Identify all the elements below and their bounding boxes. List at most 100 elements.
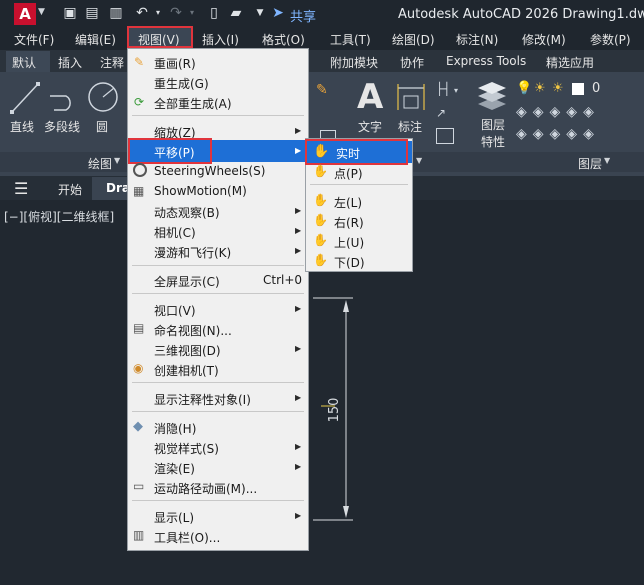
menu-separator bbox=[132, 115, 304, 116]
annotation-panel-expand-icon[interactable]: ▼ bbox=[416, 156, 422, 165]
menu-item-pan-point[interactable]: 点(P) bbox=[334, 165, 363, 182]
menu-item-camera[interactable]: 相机(C) bbox=[154, 224, 196, 241]
menu-item-pan-down[interactable]: 下(D) bbox=[334, 254, 365, 271]
layer-panel-expand-icon[interactable]: ▼ bbox=[604, 156, 610, 165]
menu-draw[interactable]: 绘图(D) bbox=[392, 31, 435, 48]
linear-dim-dropdown-icon[interactable]: ▾ bbox=[454, 86, 458, 95]
menu-item-steering-wheels[interactable]: SteeringWheels(S) bbox=[154, 164, 265, 178]
polyline-icon[interactable] bbox=[46, 84, 82, 114]
menu-edit[interactable]: 编辑(E) bbox=[75, 31, 116, 48]
share-button[interactable]: 共享 bbox=[290, 6, 316, 25]
hamburger-menu-icon[interactable]: ☰ bbox=[14, 179, 28, 198]
save-icon[interactable]: ▣ bbox=[62, 5, 78, 21]
menu-item-display[interactable]: 显示(L) bbox=[154, 509, 194, 526]
layer-tools-icon-row-1[interactable]: ◈◈◈◈◈ bbox=[516, 104, 600, 120]
erase-icon[interactable]: ✎ bbox=[316, 82, 334, 98]
tab-express-tools[interactable]: Express Tools bbox=[446, 54, 526, 68]
menu-item-pan-up[interactable]: 上(U) bbox=[334, 234, 364, 251]
bulb-icon[interactable]: 💡 bbox=[516, 81, 532, 96]
print-icon[interactable]: ▥ bbox=[108, 5, 124, 21]
menu-file[interactable]: 文件(F) bbox=[14, 31, 54, 48]
text-icon[interactable]: A bbox=[357, 77, 383, 117]
tab-featured-apps[interactable]: 精选应用 bbox=[546, 54, 594, 71]
tab-collaborate[interactable]: 协作 bbox=[400, 54, 424, 71]
undo-icon[interactable]: ↶ bbox=[134, 5, 150, 21]
draw-panel-label[interactable]: 绘图 bbox=[88, 155, 112, 172]
camera-icon: ◉ bbox=[133, 361, 144, 375]
menu-item-hide[interactable]: 消隐(H) bbox=[154, 420, 196, 437]
menu-tools[interactable]: 工具(T) bbox=[330, 31, 371, 48]
menu-item-redraw[interactable]: 重画(R) bbox=[154, 55, 196, 72]
open-folder-icon[interactable]: ▰ bbox=[228, 5, 244, 21]
dimension-icon[interactable] bbox=[394, 82, 428, 114]
menu-item-3d-views[interactable]: 三维视图(D) bbox=[154, 342, 221, 359]
submenu-arrow-icon: ▶ bbox=[295, 344, 302, 353]
menu-item-render[interactable]: 渲染(E) bbox=[154, 460, 195, 477]
layer-properties-label-2[interactable]: 特性 bbox=[481, 133, 505, 150]
steering-wheel-icon bbox=[133, 163, 147, 177]
menu-item-pan-left[interactable]: 左(L) bbox=[334, 194, 362, 211]
layer-properties-label[interactable]: 图层 bbox=[481, 116, 505, 133]
menu-item-orbit[interactable]: 动态观察(B) bbox=[154, 204, 220, 221]
menu-item-regen-all[interactable]: 全部重生成(A) bbox=[154, 95, 232, 112]
polyline-label[interactable]: 多段线 bbox=[44, 118, 80, 135]
circle-icon[interactable] bbox=[86, 80, 120, 114]
menu-separator bbox=[132, 293, 304, 294]
menu-item-named-views[interactable]: 命名视图(N)... bbox=[154, 322, 232, 339]
menu-format[interactable]: 格式(O) bbox=[262, 31, 305, 48]
tab-addins[interactable]: 附加模块 bbox=[330, 54, 378, 71]
menu-item-showmotion[interactable]: ShowMotion(M) bbox=[154, 184, 247, 198]
menu-item-walk-fly[interactable]: 漫游和飞行(K) bbox=[154, 244, 231, 261]
toolbars-icon: ▥ bbox=[133, 528, 145, 542]
circle-label[interactable]: 圆 bbox=[96, 118, 108, 135]
text-label[interactable]: 文字 bbox=[358, 118, 382, 135]
tab-annotate[interactable]: 注释 bbox=[100, 54, 124, 71]
menu-item-create-camera[interactable]: 创建相机(T) bbox=[154, 362, 219, 379]
viewport-controls-label[interactable]: [−][俯视][二维线框] bbox=[4, 208, 114, 225]
tab-default[interactable]: 默认 bbox=[12, 54, 36, 71]
redo-icon[interactable]: ↷ bbox=[168, 5, 184, 21]
share-icon[interactable]: ➤ bbox=[270, 5, 286, 21]
autocad-logo-button[interactable]: A bbox=[14, 3, 36, 25]
menu-item-annotation-objects[interactable]: 显示注释性对象(I) bbox=[154, 391, 251, 408]
tab-insert[interactable]: 插入 bbox=[58, 54, 82, 71]
dimension-label[interactable]: 标注 bbox=[398, 118, 422, 135]
layer-panel-label[interactable]: 图层 bbox=[578, 155, 602, 172]
layer-current-value[interactable]: 0 bbox=[592, 81, 600, 96]
new-file-icon[interactable]: ▯ bbox=[206, 5, 222, 21]
tab-start[interactable]: 开始 bbox=[58, 181, 82, 198]
menu-item-motion-path[interactable]: 运动路径动画(M)... bbox=[154, 480, 257, 497]
customize-icon[interactable]: ▼ bbox=[252, 5, 268, 21]
save-as-icon[interactable]: ▤ bbox=[84, 5, 100, 21]
menu-item-viewports[interactable]: 视口(V) bbox=[154, 302, 196, 319]
menu-item-pan-right[interactable]: 右(R) bbox=[334, 214, 364, 231]
redo-dropdown-icon[interactable]: ▾ bbox=[184, 5, 200, 21]
hand-left-icon: ✋ bbox=[313, 193, 328, 207]
draw-panel-expand-icon[interactable]: ▼ bbox=[114, 156, 120, 165]
layer-tools-icon-row-2[interactable]: ◈◈◈◈◈ bbox=[516, 126, 600, 142]
layer-color-swatch[interactable] bbox=[572, 83, 584, 95]
menu-view[interactable]: 视图(V) bbox=[138, 31, 180, 48]
menu-item-regen[interactable]: 重生成(G) bbox=[154, 75, 209, 92]
undo-dropdown-icon[interactable]: ▾ bbox=[150, 5, 166, 21]
layer-properties-icon[interactable] bbox=[474, 80, 510, 114]
menu-item-toolbars[interactable]: 工具栏(O)... bbox=[154, 529, 220, 546]
window-title: Autodesk AutoCAD 2026 Drawing1.dwg bbox=[398, 7, 644, 22]
table-icon[interactable] bbox=[436, 128, 454, 144]
menu-item-visual-styles[interactable]: 视觉样式(S) bbox=[154, 440, 219, 457]
sun-icon[interactable]: ☀ bbox=[534, 81, 546, 96]
menu-separator bbox=[310, 184, 408, 185]
submenu-arrow-icon: ▶ bbox=[295, 126, 302, 135]
line-label[interactable]: 直线 bbox=[10, 118, 34, 135]
menu-modify[interactable]: 修改(M) bbox=[522, 31, 566, 48]
sun-icon[interactable]: ☀ bbox=[552, 81, 564, 96]
realtime-annotation-box bbox=[305, 139, 408, 165]
chevron-down-icon[interactable]: ▼ bbox=[38, 7, 45, 17]
linear-dim-icon[interactable]: ├┤ bbox=[436, 82, 454, 98]
leader-icon[interactable]: ↗ bbox=[436, 106, 454, 120]
line-icon[interactable] bbox=[8, 80, 42, 116]
menu-insert[interactable]: 插入(I) bbox=[202, 31, 239, 48]
menu-parametric[interactable]: 参数(P) bbox=[590, 31, 631, 48]
menu-item-clean-screen[interactable]: 全屏显示(C) bbox=[154, 273, 220, 290]
menu-dimension[interactable]: 标注(N) bbox=[456, 31, 498, 48]
